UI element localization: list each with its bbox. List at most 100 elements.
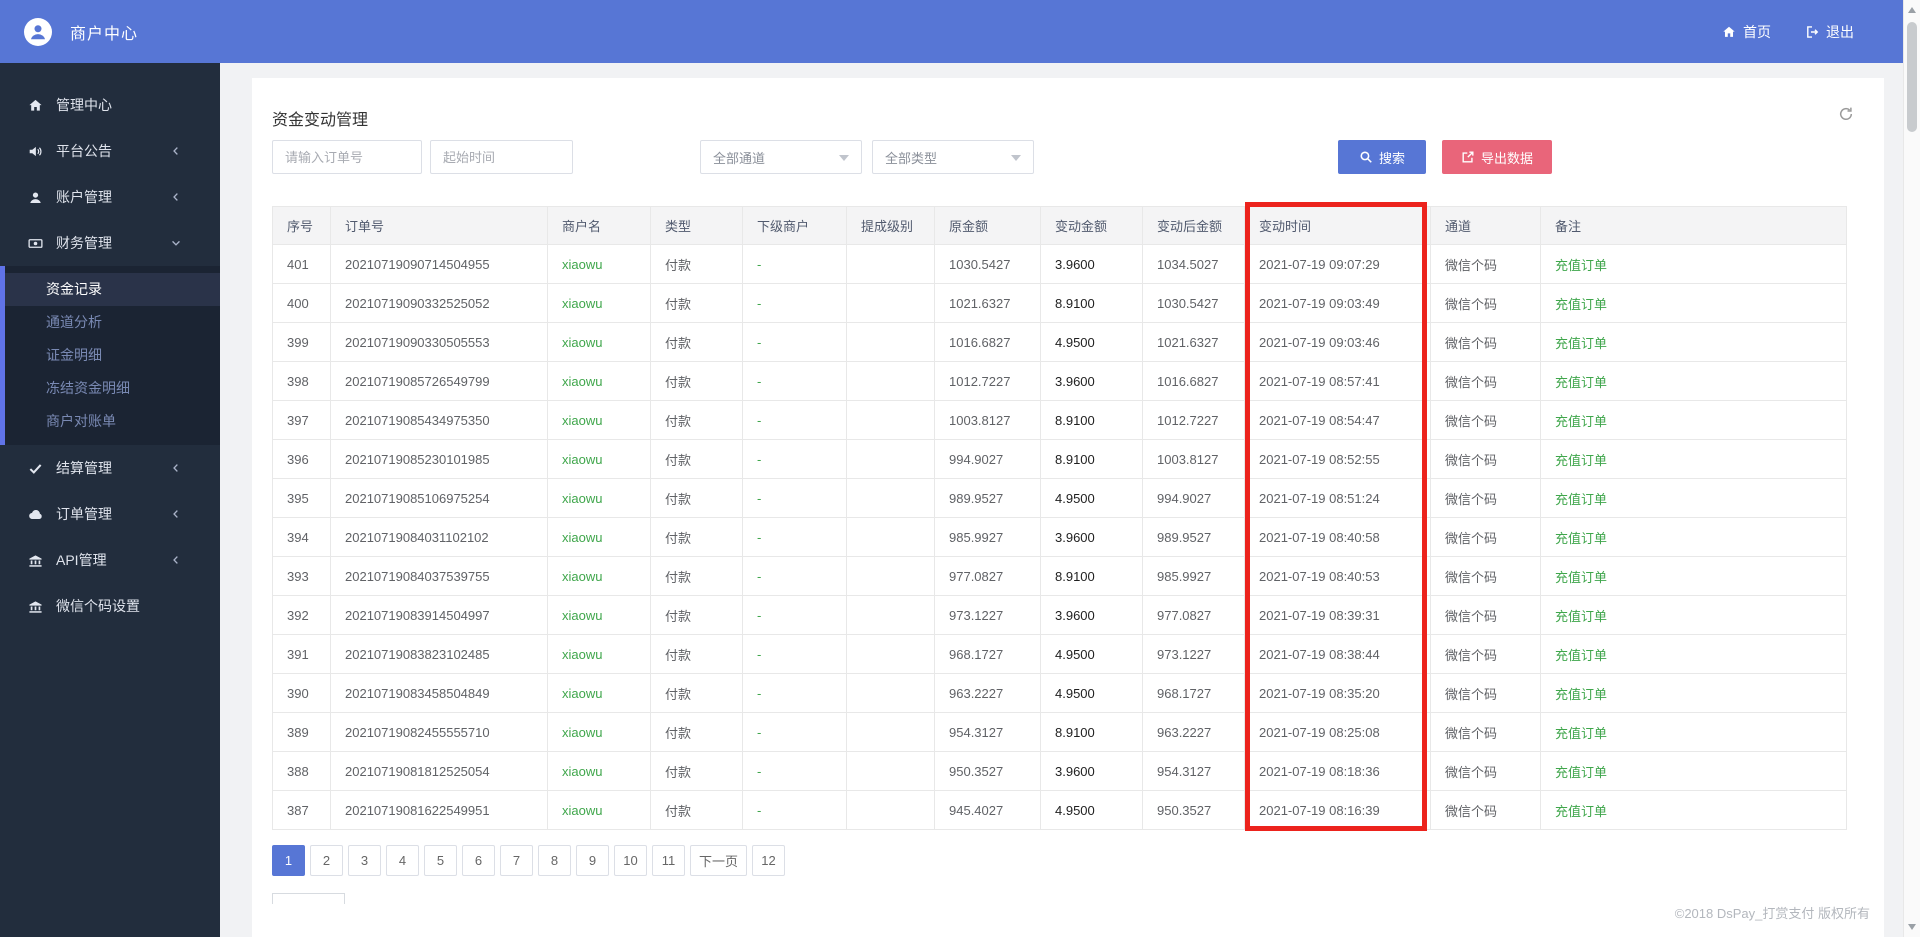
table-cell: 付款 <box>650 790 743 830</box>
table-cell: 2021-07-19 09:03:46 <box>1244 322 1431 362</box>
table-cell: 391 <box>272 634 331 674</box>
pagination-page-1[interactable]: 1 <box>272 845 305 876</box>
sidebar-subitem-1[interactable]: 通道分析 <box>0 306 220 339</box>
table-cell: - <box>742 712 847 752</box>
chevron-left-icon <box>170 145 186 157</box>
page-root: 商户中心 首页 退出 管理中心 平台公告账户管理财务管理资金记录 通道分析 证金明细冻… <box>0 0 1920 937</box>
search-button-label: 搜索 <box>1378 150 1405 166</box>
table-cell: 20210719084031102102 <box>330 517 548 557</box>
scrollbar[interactable] <box>1903 0 1920 937</box>
logout-icon <box>1805 25 1819 39</box>
scrollbar-thumb[interactable] <box>1907 22 1917 132</box>
search-button[interactable]: 搜索 <box>1338 140 1426 174</box>
table-cell: xiaowu <box>547 556 651 596</box>
pagination-page-10[interactable]: 10 <box>614 845 647 876</box>
sidebar-item-7[interactable]: 微信个码设置 <box>0 583 220 629</box>
pagination-next-button[interactable]: 下一页 <box>690 845 748 876</box>
pagination-page-7[interactable]: 7 <box>500 845 533 876</box>
sidebar-item-0[interactable]: 管理中心 <box>0 82 220 128</box>
table-row: 387 20210719081622549951 xiaowu 付款 - 945.4027… <box>272 790 1847 830</box>
table-cell: 954.3127 <box>1142 751 1245 791</box>
pagination-page-9[interactable]: 9 <box>576 845 609 876</box>
table-cell: 充值订单 <box>1540 244 1847 284</box>
table-cell <box>846 361 935 401</box>
table-cell: 2021-07-19 09:07:29 <box>1244 244 1431 284</box>
pagination-page-5[interactable]: 5 <box>424 845 457 876</box>
table-cell: 付款 <box>650 595 743 635</box>
pagination-page-11[interactable]: 11 <box>652 845 685 876</box>
scrollbar-up-arrow-icon[interactable] <box>1908 7 1916 13</box>
start-time-input[interactable] <box>430 140 573 174</box>
table-cell: 20210719090714504955 <box>330 244 548 284</box>
export-data-button[interactable]: 导出数据 <box>1442 140 1552 174</box>
nav-home-link[interactable]: 首页 <box>1722 22 1771 42</box>
table-row: 397 20210719085434975350 xiaowu 付款 - 1003.812… <box>272 400 1847 440</box>
table-cell <box>846 712 935 752</box>
table-cell: 微信个码 <box>1430 478 1541 518</box>
table-cell: 付款 <box>650 361 743 401</box>
table-cell: xiaowu <box>547 478 651 518</box>
sidebar-item-2[interactable]: 账户管理 <box>0 174 220 220</box>
table-cell: 微信个码 <box>1430 322 1541 362</box>
pagination-page-2[interactable]: 2 <box>310 845 343 876</box>
table-row: 393 20210719084037539755 xiaowu 付款 - 977.0827… <box>272 556 1847 596</box>
table-cell: 20210719085230101985 <box>330 439 548 479</box>
table-cell <box>846 322 935 362</box>
sidebar-subitem-4[interactable]: 商户对账单 <box>0 405 220 438</box>
sidebar-subitem-2[interactable]: 证金明细 <box>0 339 220 372</box>
table-cell: 付款 <box>650 712 743 752</box>
table-cell: xiaowu <box>547 244 651 284</box>
page-title: 资金变动管理 <box>272 112 369 129</box>
sidebar-subitem-0[interactable]: 资金记录 <box>0 273 220 306</box>
money-icon <box>28 236 44 251</box>
table-cell <box>846 790 935 830</box>
table-cell: 387 <box>272 790 331 830</box>
table-cell: 3.9600 <box>1040 595 1143 635</box>
table-cell: 2021-07-19 09:03:49 <box>1244 283 1431 323</box>
order-number-input[interactable] <box>272 140 422 174</box>
pagination-page-6[interactable]: 6 <box>462 845 495 876</box>
table-cell: 400 <box>272 283 331 323</box>
sidebar-item-5[interactable]: 订单管理 <box>0 491 220 537</box>
sidebar-item-4[interactable]: 结算管理 <box>0 445 220 491</box>
table-cell: 20210719085434975350 <box>330 400 548 440</box>
page-size-select-partial[interactable] <box>272 893 345 904</box>
table-row: 401 20210719090714504955 xiaowu 付款 - 1030.542… <box>272 244 1847 284</box>
table-cell: 977.0827 <box>1142 595 1245 635</box>
sidebar-item-label: 账户管理 <box>56 189 112 205</box>
scrollbar-down-arrow-icon[interactable] <box>1908 924 1916 930</box>
sidebar-item-label: 订单管理 <box>56 506 112 522</box>
sidebar-item-6[interactable]: API管理 <box>0 537 220 583</box>
brand[interactable]: 商户中心 <box>0 17 138 46</box>
table-cell: 20210719081812525054 <box>330 751 548 791</box>
pagination-page-8[interactable]: 8 <box>538 845 571 876</box>
sidebar-item-1[interactable]: 平台公告 <box>0 128 220 174</box>
type-select[interactable]: 全部类型 <box>872 140 1034 174</box>
sidebar-subitem-3[interactable]: 冻结资金明细 <box>0 372 220 405</box>
table-cell: 充值订单 <box>1540 478 1847 518</box>
table-cell: 973.1227 <box>934 595 1041 635</box>
sidebar-item-label: API管理 <box>56 552 107 568</box>
table-cell: 充值订单 <box>1540 556 1847 596</box>
table-cell: - <box>742 595 847 635</box>
table-cell: 付款 <box>650 517 743 557</box>
channel-select-value: 全部通道 <box>713 150 766 166</box>
nav-logout-link[interactable]: 退出 <box>1805 22 1854 42</box>
table-cell: xiaowu <box>547 283 651 323</box>
topbar: 商户中心 首页 退出 <box>0 0 1920 63</box>
table-cell: - <box>742 751 847 791</box>
sidebar-item-3[interactable]: 财务管理 <box>0 220 220 266</box>
channel-select[interactable]: 全部通道 <box>700 140 862 174</box>
pagination-page-4[interactable]: 4 <box>386 845 419 876</box>
column-header: 变动后金额 <box>1142 206 1245 245</box>
sidebar-item-label: 结算管理 <box>56 460 112 476</box>
check-icon <box>28 461 44 476</box>
table-row: 391 20210719083823102485 xiaowu 付款 - 968.1727… <box>272 634 1847 674</box>
pagination-page-3[interactable]: 3 <box>348 845 381 876</box>
table-cell: 985.9927 <box>934 517 1041 557</box>
table-cell: xiaowu <box>547 751 651 791</box>
pagination-page-12[interactable]: 12 <box>752 845 786 876</box>
table-cell: xiaowu <box>547 439 651 479</box>
refresh-icon[interactable] <box>1838 106 1856 124</box>
table-cell: 微信个码 <box>1430 712 1541 752</box>
